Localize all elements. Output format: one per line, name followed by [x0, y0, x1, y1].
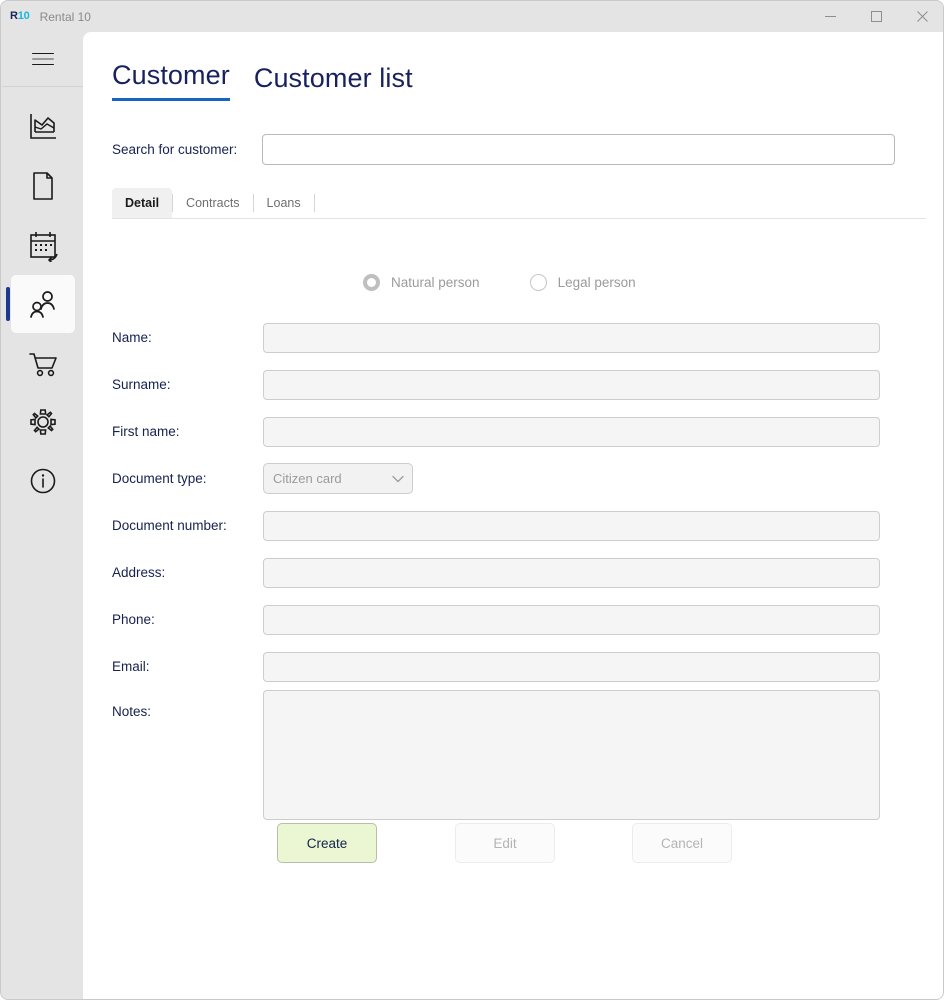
people-icon	[29, 291, 55, 318]
subtab-contracts[interactable]: Contracts	[173, 188, 253, 218]
radio-natural-person[interactable]: Natural person	[363, 274, 480, 291]
form-row-email: Email:	[112, 643, 924, 690]
title-bar: R10 Rental 10	[1, 1, 943, 32]
sidebar-item-analytics[interactable]	[11, 98, 75, 156]
chart-area-icon	[29, 114, 56, 139]
person-type-radio-group: Natural person Legal person	[363, 274, 686, 291]
notes-field[interactable]	[263, 690, 880, 820]
window-title: Rental 10	[39, 9, 91, 24]
app-logo-secondary: 10	[17, 10, 30, 22]
sidebar-nav	[2, 98, 83, 511]
hamburger-menu-icon	[31, 49, 54, 70]
address-field[interactable]	[263, 557, 880, 588]
subtab-separator	[313, 194, 315, 212]
label-document-type: Document type:	[112, 471, 207, 486]
form-row-name: Name:	[112, 314, 924, 361]
document-type-value: Citizen card	[263, 463, 413, 494]
radio-natural-person-label: Natural person	[391, 275, 480, 290]
close-icon	[916, 11, 928, 22]
subtabs: Detail Contracts Loans	[112, 188, 926, 218]
radio-natural-person-mark	[363, 274, 380, 291]
sidebar-item-about[interactable]	[11, 452, 75, 510]
radio-legal-person-mark	[529, 274, 547, 291]
label-document-number: Document number:	[112, 518, 227, 533]
form-row-notes: Notes:	[112, 690, 924, 820]
radio-legal-person-label: Legal person	[557, 275, 636, 290]
tab-customer[interactable]: Customer	[112, 60, 230, 101]
document-type-select[interactable]: Citizen card	[263, 463, 413, 494]
sidebar-item-documents[interactable]	[11, 157, 75, 215]
name-field[interactable]	[263, 322, 880, 353]
sidebar-item-returns[interactable]	[11, 216, 75, 274]
page-tabs: Customer Customer list	[112, 60, 413, 101]
sidebar-item-orders[interactable]	[11, 334, 75, 392]
sidebar-divider	[2, 86, 83, 87]
cancel-button[interactable]: Cancel	[632, 823, 732, 863]
form-row-phone: Phone:	[112, 596, 924, 643]
chevron-down-icon	[392, 463, 404, 494]
search-row: Search for customer:	[112, 128, 924, 170]
document-number-field[interactable]	[263, 510, 880, 541]
shopping-cart-icon	[28, 353, 57, 377]
email-field[interactable]	[263, 651, 880, 682]
search-input[interactable]	[262, 133, 895, 165]
subtab-loans[interactable]: Loans	[254, 188, 314, 218]
label-first-name: First name:	[112, 424, 180, 439]
customer-form: Name: Surname: First name: Document type…	[112, 314, 924, 820]
edit-button[interactable]: Edit	[455, 823, 555, 863]
maximize-button[interactable]	[853, 1, 899, 32]
form-row-first-name: First name:	[112, 408, 924, 455]
gear-icon	[29, 409, 56, 435]
maximize-icon	[870, 11, 882, 22]
form-row-address: Address:	[112, 549, 924, 596]
label-surname: Surname:	[112, 377, 171, 392]
minimize-button[interactable]	[807, 1, 853, 32]
document-icon	[32, 172, 53, 200]
radio-legal-person[interactable]: Legal person	[529, 274, 636, 291]
form-actions: Create Edit Cancel	[277, 823, 877, 863]
first-name-field[interactable]	[263, 416, 880, 447]
close-button[interactable]	[899, 1, 943, 32]
label-address: Address:	[112, 565, 166, 580]
minimize-icon	[824, 16, 836, 17]
label-name: Name:	[112, 330, 152, 345]
info-circle-icon	[30, 468, 55, 494]
sidebar-item-settings[interactable]	[11, 393, 75, 451]
search-label: Search for customer:	[112, 141, 238, 157]
form-row-document-number: Document number:	[112, 502, 924, 549]
label-email: Email:	[112, 659, 150, 674]
subtab-detail[interactable]: Detail	[112, 188, 173, 218]
form-row-surname: Surname:	[112, 361, 924, 408]
sidebar-item-customers[interactable]	[5, 275, 75, 333]
subtabs-underline	[112, 218, 926, 219]
surname-field[interactable]	[263, 369, 880, 400]
window-controls	[807, 1, 943, 32]
application-window: R10 Rental 10 Customer Customer list Sea…	[0, 0, 944, 1000]
label-notes: Notes:	[112, 704, 152, 719]
label-phone: Phone:	[112, 612, 155, 627]
app-logo: R10	[10, 11, 30, 22]
calendar-return-icon	[29, 232, 58, 262]
tab-customer-list[interactable]: Customer list	[254, 63, 413, 101]
content-pane: Customer Customer list Search for custom…	[83, 32, 943, 999]
app-logo-primary: R	[10, 10, 18, 22]
create-button[interactable]: Create	[277, 823, 377, 863]
form-row-document-type: Document type: Citizen card	[112, 455, 924, 502]
hamburger-menu-button[interactable]	[19, 39, 67, 79]
phone-field[interactable]	[263, 604, 880, 635]
sidebar	[2, 32, 83, 999]
